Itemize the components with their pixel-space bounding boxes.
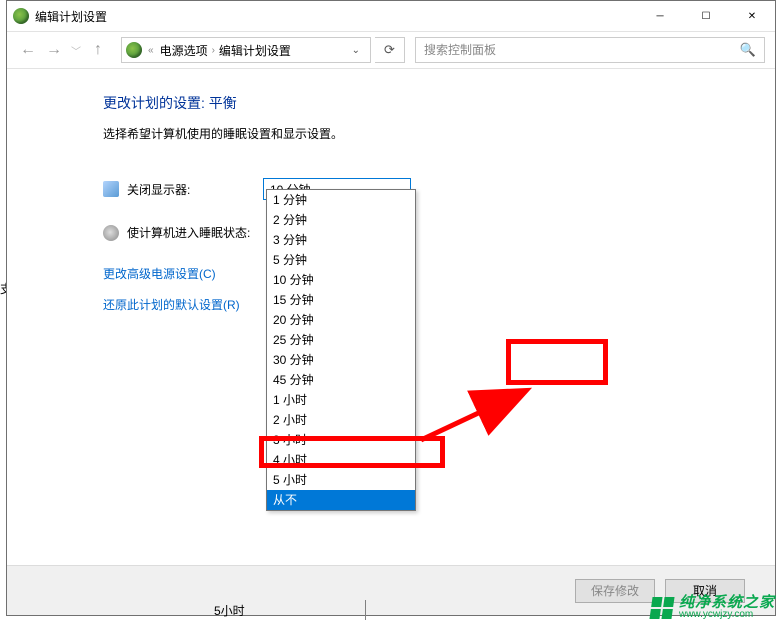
dropdown-option[interactable]: 2 分钟: [267, 210, 415, 230]
link-advanced-settings[interactable]: 更改高级电源设置(C): [103, 265, 735, 282]
close-button[interactable]: ✕: [729, 1, 775, 31]
search-box[interactable]: 🔍: [415, 37, 765, 63]
link-restore-defaults[interactable]: 还原此计划的默认设置(R): [103, 296, 735, 313]
dropdown-option[interactable]: 3 小时: [267, 430, 415, 450]
navbar: ← → ﹀ ↑ « 电源选项 › 编辑计划设置 ⌄ ⟳ 🔍: [7, 31, 775, 69]
window: 编辑计划设置 ─ ☐ ✕ ← → ﹀ ↑ « 电源选项 › 编辑计划设置 ⌄ ⟳…: [6, 0, 776, 616]
monitor-icon: [103, 181, 119, 197]
dropdown-option[interactable]: 10 分钟: [267, 270, 415, 290]
dropdown-option[interactable]: 45 分钟: [267, 370, 415, 390]
moon-icon: [103, 225, 119, 241]
breadcrumb: 电源选项 › 编辑计划设置: [160, 42, 340, 59]
breadcrumb-item[interactable]: 编辑计划设置: [219, 42, 291, 59]
dropdown-option[interactable]: 3 分钟: [267, 230, 415, 250]
dropdown-option[interactable]: 15 分钟: [267, 290, 415, 310]
dropdown-option[interactable]: 1 小时: [267, 390, 415, 410]
setting-sleep: 使计算机进入睡眠状态:: [103, 224, 735, 241]
dropdown-option[interactable]: 5 小时: [267, 470, 415, 490]
titlebar: 编辑计划设置 ─ ☐ ✕: [7, 1, 775, 31]
app-icon: [13, 8, 29, 24]
window-controls: ─ ☐ ✕: [637, 1, 775, 31]
minimize-button[interactable]: ─: [637, 1, 683, 31]
watermark-name: 纯净系统之家: [679, 595, 775, 610]
search-input[interactable]: [424, 43, 740, 57]
cropped-fragment: 5小时: [214, 600, 366, 620]
setting-label: 关闭显示器:: [127, 181, 263, 198]
dropdown-option[interactable]: 2 小时: [267, 410, 415, 430]
watermark-logo-icon: [649, 597, 674, 619]
setting-label: 使计算机进入睡眠状态:: [127, 224, 263, 241]
watermark: 纯净系统之家 www.ycwjzy.com: [651, 595, 775, 620]
dropdown-option[interactable]: 25 分钟: [267, 330, 415, 350]
setting-display-off: 关闭显示器: 10 分钟 ⌄: [103, 178, 735, 200]
forward-button: →: [43, 39, 65, 61]
page-description: 选择希望计算机使用的睡眠设置和显示设置。: [103, 125, 735, 142]
recent-chevron-icon[interactable]: ﹀: [71, 43, 81, 58]
location-icon: [126, 42, 142, 58]
up-button[interactable]: ↑: [87, 39, 109, 61]
page-heading: 更改计划的设置: 平衡: [103, 93, 735, 113]
dropdown-option[interactable]: 30 分钟: [267, 350, 415, 370]
dropdown-option[interactable]: 1 分钟: [267, 190, 415, 210]
watermark-url: www.ycwjzy.com: [679, 610, 775, 620]
maximize-button[interactable]: ☐: [683, 1, 729, 31]
dropdown-option[interactable]: 从不: [267, 490, 415, 510]
addressbar[interactable]: « 电源选项 › 编辑计划设置 ⌄: [121, 37, 371, 63]
breadcrumb-item[interactable]: 电源选项: [160, 42, 208, 59]
dropdown-option[interactable]: 4 小时: [267, 450, 415, 470]
dropdown-list: 1 分钟2 分钟3 分钟5 分钟10 分钟15 分钟20 分钟25 分钟30 分…: [266, 189, 416, 511]
address-dropdown-icon[interactable]: ⌄: [346, 45, 366, 56]
window-title: 编辑计划设置: [35, 8, 107, 25]
chevron-right-icon: ›: [212, 45, 215, 56]
search-icon[interactable]: 🔍: [740, 42, 756, 58]
dropdown-option[interactable]: 20 分钟: [267, 310, 415, 330]
back-button[interactable]: ←: [17, 39, 39, 61]
history-chevron-icon[interactable]: «: [148, 45, 154, 56]
dropdown-option[interactable]: 5 分钟: [267, 250, 415, 270]
refresh-button[interactable]: ⟳: [375, 37, 405, 63]
save-button[interactable]: 保存修改: [575, 579, 655, 603]
